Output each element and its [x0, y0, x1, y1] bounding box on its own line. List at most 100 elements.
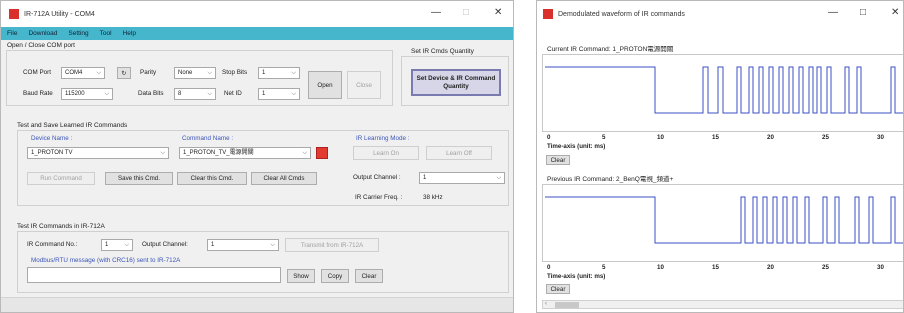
- current-x-tick: 30: [877, 134, 884, 141]
- carrier-freq-label: IR Carrier Freq. :: [355, 194, 403, 201]
- maximize-icon[interactable]: □: [463, 7, 469, 18]
- output-channel-value: 1: [423, 175, 427, 181]
- previous-x-tick: 0: [547, 264, 551, 271]
- close-button[interactable]: Close: [347, 71, 381, 99]
- refresh-ports-button[interactable]: ↻: [117, 67, 131, 79]
- baud-rate-label: Baud Rate: [23, 90, 53, 97]
- net-id-label: Net ID: [224, 90, 242, 97]
- command-name-select[interactable]: 1_PROTON_TV_電源開關 ⌵: [179, 147, 311, 159]
- chevron-down-icon: ⌵: [270, 242, 275, 248]
- horizontal-scrollbar[interactable]: ‹: [542, 300, 903, 309]
- ir-command-no-select[interactable]: 1 ⌵: [101, 239, 133, 251]
- chevron-down-icon: ⌵: [124, 242, 129, 248]
- previous-command-label: Previous IR Command: 2_BenQ電視_頻道+: [547, 176, 674, 183]
- copy-button[interactable]: Copy: [321, 269, 349, 283]
- device-name-value: 1_PROTON TV: [31, 150, 73, 156]
- previous-x-tick: 10: [657, 264, 664, 271]
- previous-x-tick: 20: [767, 264, 774, 271]
- app-icon: [543, 9, 553, 19]
- main-window-title: IR-712A Utility - COM4: [24, 10, 95, 18]
- close-icon[interactable]: ✕: [494, 7, 502, 18]
- baud-rate-select[interactable]: 115200 ⌵: [61, 88, 113, 100]
- net-id-select[interactable]: 1 ⌵: [258, 88, 300, 100]
- modbus-message-label: Modbus/RTU message (with CRC16) sent to …: [31, 257, 181, 264]
- com-port-select[interactable]: COM4 ⌵: [61, 67, 105, 79]
- chevron-down-icon: ⌵: [104, 91, 109, 97]
- learn-off-button[interactable]: Learn Off: [426, 146, 492, 160]
- main-window: IR-712A Utility - COM4 — □ ✕ File Downlo…: [0, 0, 514, 313]
- chevron-down-icon: ⌵: [207, 70, 212, 76]
- minimize-icon[interactable]: —: [431, 7, 441, 18]
- learned-status-indicator: [316, 147, 328, 159]
- parity-label: Parity: [140, 69, 157, 76]
- transmit-button[interactable]: Transmit from IR-712A: [285, 238, 379, 252]
- waveform-title-bar: Demodulated waveform of IR commands — □ …: [537, 1, 903, 27]
- open-close-group-title: Open / Close COM port: [7, 42, 75, 49]
- chevron-down-icon: ⌵: [302, 150, 307, 156]
- parity-value: None: [178, 70, 193, 76]
- data-bits-label: Data Bits: [138, 90, 164, 97]
- waveform-line: [545, 196, 903, 244]
- chevron-down-icon: ⌵: [291, 91, 296, 97]
- command-name-label: Command Name :: [182, 135, 234, 142]
- chevron-down-icon: ⌵: [96, 70, 101, 76]
- current-x-tick: 5: [602, 134, 606, 141]
- current-x-tick: 10: [657, 134, 664, 141]
- open-button[interactable]: Open: [308, 71, 342, 99]
- test-output-channel-label: Output Channel:: [142, 241, 188, 248]
- clear-cmd-button[interactable]: Clear this Cmd.: [177, 172, 247, 185]
- command-name-value: 1_PROTON_TV_電源開關: [183, 150, 254, 156]
- stop-bits-value: 1: [262, 70, 266, 76]
- device-name-select[interactable]: 1_PROTON TV ⌵: [27, 147, 169, 159]
- data-bits-value: 8: [178, 91, 182, 97]
- previous-x-tick: 15: [712, 264, 719, 271]
- clear-previous-button[interactable]: Clear: [546, 284, 570, 294]
- test-output-channel-select[interactable]: 1 ⌵: [207, 239, 279, 251]
- minimize-icon[interactable]: —: [828, 7, 838, 18]
- output-channel-label: Output Channel :: [353, 174, 401, 181]
- chevron-down-icon: ⌵: [496, 175, 501, 181]
- maximize-icon[interactable]: □: [860, 7, 866, 18]
- waveform-window-title: Demodulated waveform of IR commands: [558, 10, 685, 18]
- com-port-value: COM4: [65, 70, 83, 76]
- clear-current-button[interactable]: Clear: [546, 155, 570, 165]
- learn-on-button[interactable]: Learn On: [353, 146, 419, 160]
- ir-command-no-label: IR Command No.:: [27, 241, 78, 248]
- clear-modbus-button[interactable]: Clear: [355, 269, 383, 283]
- stop-bits-label: Stop Bits: [222, 69, 248, 76]
- scroll-left-icon[interactable]: ‹: [545, 301, 547, 307]
- close-icon[interactable]: ✕: [891, 7, 899, 18]
- save-cmd-button[interactable]: Save this Cmd.: [105, 172, 173, 185]
- previous-x-tick: 5: [602, 264, 606, 271]
- status-bar: [1, 297, 513, 312]
- menu-tool[interactable]: Tool: [100, 30, 112, 37]
- waveform-window: Demodulated waveform of IR commands — □ …: [536, 0, 904, 313]
- show-button[interactable]: Show: [287, 269, 315, 283]
- scrollbar-thumb[interactable]: [555, 302, 579, 308]
- com-port-label: COM Port: [23, 69, 51, 76]
- current-x-tick: 15: [712, 134, 719, 141]
- ir-command-no-value: 1: [105, 242, 109, 248]
- chevron-down-icon: ⌵: [160, 150, 165, 156]
- previous-x-tick: 25: [822, 264, 829, 271]
- current-x-tick: 20: [767, 134, 774, 141]
- menu-file[interactable]: File: [7, 30, 17, 37]
- set-device-quantity-button[interactable]: Set Device & IR Command Quantity: [411, 69, 501, 96]
- net-id-value: 1: [262, 91, 266, 97]
- previous-waveform-trace: [545, 196, 903, 244]
- set-ir-group-title: Set IR Cmds Quantity: [411, 48, 474, 55]
- modbus-message-field[interactable]: [27, 267, 281, 283]
- current-waveform-trace: [545, 66, 903, 114]
- test-ir-group-title: Test IR Commands in IR-712A: [17, 223, 105, 230]
- output-channel-select[interactable]: 1 ⌵: [419, 172, 505, 184]
- menu-help[interactable]: Help: [123, 30, 136, 37]
- menu-setting[interactable]: Setting: [68, 30, 88, 37]
- waveform-line: [545, 66, 903, 114]
- run-command-button[interactable]: Run Command: [27, 172, 95, 185]
- stop-bits-select[interactable]: 1 ⌵: [258, 67, 300, 79]
- data-bits-select[interactable]: 8 ⌵: [174, 88, 216, 100]
- test-output-channel-value: 1: [211, 242, 215, 248]
- parity-select[interactable]: None ⌵: [174, 67, 216, 79]
- menu-download[interactable]: Download: [28, 30, 57, 37]
- clear-all-cmds-button[interactable]: Clear All Cmds: [251, 172, 317, 185]
